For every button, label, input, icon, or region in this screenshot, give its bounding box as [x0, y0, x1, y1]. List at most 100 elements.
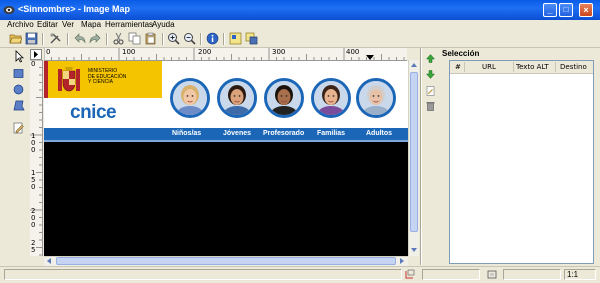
nav-item-familias[interactable]: Familias — [317, 130, 345, 137]
info-icon[interactable] — [206, 32, 219, 45]
ruler-label: 0 — [31, 221, 36, 229]
menu-herramientas[interactable]: Herramientas — [105, 20, 153, 29]
ruler-label: 0 — [46, 48, 51, 56]
column-header-destino[interactable]: Destino — [560, 63, 587, 71]
status-coordinates — [422, 269, 480, 280]
toolbar-separator — [200, 33, 202, 45]
toolbar-separator — [42, 33, 44, 45]
horizontal-ruler: 0 100 200 300 400 — [44, 48, 407, 61]
close-button[interactable]: × — [579, 3, 593, 17]
rectangle-tool-icon[interactable] — [11, 67, 26, 80]
menu-ayuda[interactable]: Ayuda — [152, 20, 175, 29]
pointer-tool-icon[interactable] — [11, 50, 26, 63]
status-bar: 1:1 — [0, 266, 600, 283]
menu-editar[interactable]: Editar — [37, 20, 58, 29]
status-message — [4, 269, 402, 280]
window-title: <Sinnombre> - Image Map — [18, 4, 131, 14]
menu-bar: Archivo Editar Ver Mapa Herramientas Ayu… — [0, 20, 600, 31]
portrait-photo — [314, 81, 348, 115]
column-divider — [464, 62, 465, 72]
portrait-circle[interactable] — [217, 78, 257, 118]
vertical-scroll-thumb[interactable] — [410, 72, 418, 232]
ruler-label: 0 — [31, 146, 36, 154]
column-header-number[interactable]: # — [455, 63, 461, 71]
vertical-scrollbar[interactable] — [408, 60, 419, 256]
selection-panel: Selección # URL Texto ALT Destino — [420, 48, 596, 265]
menu-archivo[interactable]: Archivo — [7, 20, 34, 29]
undo-icon[interactable] — [73, 32, 86, 45]
arrow-left-icon — [47, 258, 51, 264]
application-window: <Sinnombre> - Image Map _ □ × Archivo Ed… — [0, 0, 600, 282]
nav-item-ninos[interactable]: Niños/as — [172, 130, 201, 137]
settings-icon[interactable] — [245, 32, 258, 45]
maximize-button[interactable]: □ — [559, 3, 573, 17]
paste-icon[interactable] — [144, 32, 157, 45]
ruler-label: 0 — [31, 60, 36, 68]
scroll-right-button[interactable] — [398, 257, 406, 265]
move-up-icon[interactable] — [426, 54, 435, 63]
ministry-red-stripe — [44, 61, 48, 98]
status-zoom: 1:1 — [564, 269, 596, 280]
portrait-photo — [267, 81, 301, 115]
cnice-banner: MINISTERIO DE EDUCACIÓN Y CIENCIA cnice — [44, 61, 408, 142]
scroll-up-button[interactable] — [410, 61, 418, 69]
delete-area-icon[interactable] — [426, 101, 435, 111]
table-header: # URL Texto ALT Destino — [450, 61, 593, 74]
horizontal-scroll-thumb[interactable] — [56, 257, 396, 265]
ruler-marker-icon — [366, 55, 374, 60]
column-divider — [555, 62, 556, 72]
zoom-in-icon[interactable] — [167, 32, 180, 45]
selection-title: Selección — [442, 49, 480, 58]
selection-table[interactable]: # URL Texto ALT Destino — [449, 60, 594, 264]
edit-area-icon[interactable] — [426, 86, 435, 96]
drawing-tools — [9, 48, 28, 268]
ruler-label: 300 — [272, 48, 286, 56]
polygon-tool-icon[interactable] — [11, 99, 26, 112]
redo-icon[interactable] — [89, 32, 102, 45]
image-canvas[interactable]: MINISTERIO DE EDUCACIÓN Y CIENCIA cnice — [44, 61, 408, 256]
ruler-label: 5 — [31, 246, 36, 254]
ruler-label: 200 — [198, 48, 212, 56]
portrait-photo — [220, 81, 254, 115]
portrait-circle[interactable] — [311, 78, 351, 118]
cut-icon[interactable] — [112, 32, 125, 45]
ministry-text: MINISTERIO DE EDUCACIÓN Y CIENCIA — [88, 68, 158, 86]
grid-icon[interactable] — [229, 32, 242, 45]
column-header-url[interactable]: URL — [482, 63, 496, 71]
portrait-circle[interactable] — [264, 78, 304, 118]
ruler-corner[interactable] — [30, 49, 42, 60]
scroll-left-button[interactable] — [45, 257, 53, 265]
menu-ver[interactable]: Ver — [62, 20, 74, 29]
portrait-circle[interactable] — [170, 78, 210, 118]
arrow-up-icon — [411, 63, 417, 67]
horizontal-scrollbar[interactable] — [44, 256, 408, 266]
open-icon[interactable] — [9, 32, 22, 45]
panel-divider — [420, 48, 422, 265]
minimize-button[interactable]: _ — [543, 3, 557, 17]
move-down-icon[interactable] — [426, 70, 435, 79]
save-icon[interactable] — [25, 32, 38, 45]
nav-item-profesorado[interactable]: Profesorado — [263, 130, 304, 137]
nav-bar-underline — [44, 140, 408, 142]
scroll-down-button[interactable] — [410, 246, 418, 254]
menu-mapa[interactable]: Mapa — [81, 20, 101, 29]
zoom-out-icon[interactable] — [183, 32, 196, 45]
ruler-label: 0 — [31, 183, 36, 191]
column-divider — [513, 62, 514, 72]
title-bar[interactable]: <Sinnombre> - Image Map _ □ × — [0, 0, 600, 20]
circle-tool-icon[interactable] — [11, 83, 26, 96]
nav-item-jovenes[interactable]: Jóvenes — [223, 130, 251, 137]
copy-icon[interactable] — [128, 32, 141, 45]
nav-item-adultos[interactable]: Adultos — [366, 130, 392, 137]
ministry-line: Y CIENCIA — [88, 79, 113, 85]
preferences-icon[interactable] — [49, 32, 62, 45]
app-icon — [3, 6, 15, 14]
column-header-alt[interactable]: Texto ALT — [516, 63, 549, 71]
toolbar-separator — [162, 33, 164, 45]
edit-tool-icon[interactable] — [11, 121, 26, 134]
portrait-circle[interactable] — [356, 78, 396, 118]
coat-of-arms-icon — [58, 67, 80, 92]
vertical-ruler: 0 1 0 0 1 5 0 2 0 0 2 5 — [30, 60, 43, 256]
status-dimensions — [503, 269, 561, 280]
portrait-photo — [173, 81, 207, 115]
